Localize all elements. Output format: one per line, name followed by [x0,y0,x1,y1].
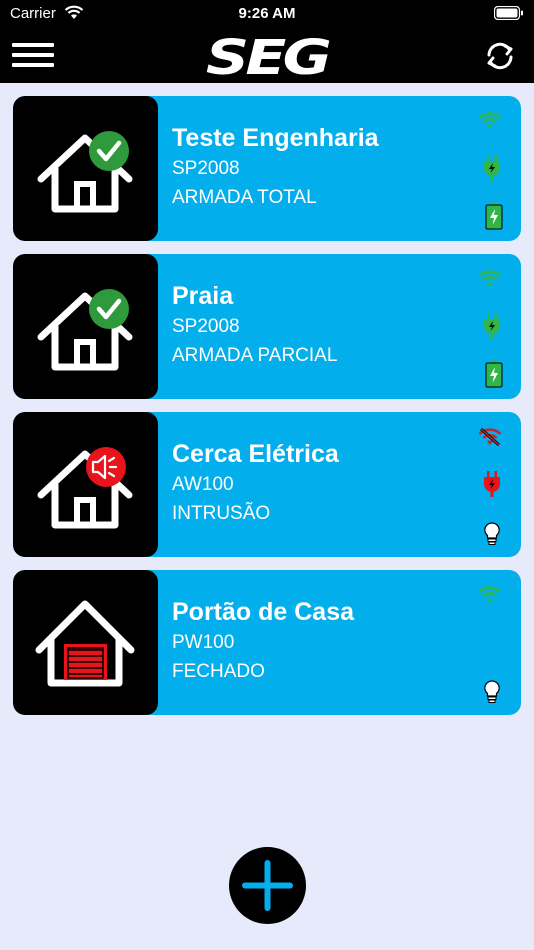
device-card-praia[interactable]: Praia SP2008 ARMADA PARCIAL [13,254,521,399]
refresh-icon[interactable] [482,38,518,74]
plug-ok-icon [484,313,500,339]
status-battery-icon [494,6,523,20]
device-model: SP2008 [172,316,240,337]
device-model: PW100 [172,632,235,653]
nav-bar: SEG [0,28,534,86]
wifi-off-icon [478,427,502,447]
house-siren-icon [13,412,158,557]
device-status: ARMADA PARCIAL [172,345,338,366]
top-bar: Carrier 9:26 AM SEG [0,0,534,86]
wifi-ok-icon [478,112,502,129]
status-bar: Carrier 9:26 AM [0,0,534,28]
battery-charging-icon [485,202,503,230]
app-logo: SEG [205,30,332,86]
clock: 9:26 AM [238,5,296,22]
house-check-icon [13,96,158,241]
device-name: Teste Engenharia [172,124,379,152]
wifi-ok-icon [478,270,502,287]
plug-ok-icon [484,155,500,181]
device-card-portao-de-casa[interactable]: Portão de Casa PW100 FECHADO [13,570,521,715]
device-model: SP2008 [172,158,240,179]
device-name: Cerca Elétrica [172,440,339,468]
wifi-ok-icon [478,586,502,603]
device-card-cerca-eletrica[interactable]: Cerca Elétrica AW100 INTRUSÃO [13,412,521,557]
add-device-button[interactable] [229,847,306,924]
device-status: FECHADO [172,661,265,682]
lightbulb-icon [484,680,500,703]
plug-fault-icon [484,471,500,497]
device-name: Portão de Casa [172,598,355,626]
device-card-teste-engenharia[interactable]: Teste Engenharia SP2008 ARMADA TOTAL [13,96,521,241]
device-model: AW100 [172,474,234,495]
plus-icon [242,860,293,911]
device-status: INTRUSÃO [172,503,271,524]
device-name: Praia [172,282,234,310]
lightbulb-icon [484,522,500,545]
house-garage-icon [13,570,158,715]
battery-charging-icon [485,360,503,388]
house-check-icon [13,254,158,399]
device-status: ARMADA TOTAL [172,187,317,208]
